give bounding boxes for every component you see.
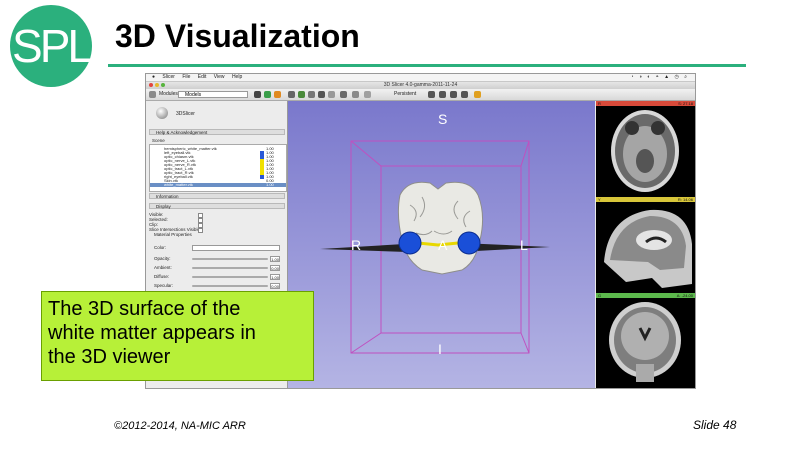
help-section-header[interactable]: Help & Acknowledgement bbox=[149, 129, 285, 135]
coronal-mri-image bbox=[609, 302, 681, 382]
title-divider bbox=[108, 64, 746, 67]
window-title: 3D Slicer 4.0-gamma-2011-11-24 bbox=[383, 82, 458, 88]
ambient-label: Ambient: bbox=[154, 265, 172, 270]
spl-logo: SPL bbox=[10, 5, 93, 87]
opacity-slider[interactable] bbox=[192, 258, 268, 260]
ruler-icon[interactable] bbox=[450, 91, 457, 98]
spl-logo-text: SPL bbox=[12, 20, 93, 72]
tree-row-value: 1.00 bbox=[266, 182, 274, 187]
callout-box: The 3D surface of the white matter appea… bbox=[41, 291, 314, 381]
volumes-icon[interactable] bbox=[298, 91, 305, 98]
module-selector[interactable]: Models bbox=[178, 91, 248, 98]
green-slice-view[interactable]: G A: -24.00 bbox=[596, 293, 695, 387]
orientation-label-inferior: I bbox=[438, 341, 442, 357]
main-toolbar: Modules: Models Persistent bbox=[146, 89, 695, 101]
color-label: Color: bbox=[154, 245, 167, 250]
callout-line-2: white matter appears in bbox=[48, 322, 256, 344]
right-eyeball-model bbox=[398, 231, 422, 255]
display-section-label: Display bbox=[156, 204, 171, 209]
diffuse-slider[interactable] bbox=[192, 276, 268, 278]
layout-icon[interactable] bbox=[340, 91, 347, 98]
diffuse-row: Diffuse: 1.00 bbox=[154, 274, 282, 280]
scene-view-icon[interactable] bbox=[439, 91, 446, 98]
opacity-label: Opacity: bbox=[154, 256, 171, 261]
home-icon[interactable] bbox=[149, 91, 156, 98]
search-icon[interactable] bbox=[254, 91, 261, 98]
scene-label: Scene bbox=[152, 138, 165, 143]
3d-viewer[interactable]: S I R A L bbox=[288, 101, 595, 388]
opacity-value[interactable]: 1.00 bbox=[270, 256, 280, 262]
axial-mri-image bbox=[611, 110, 679, 192]
display-section-header[interactable]: Display bbox=[149, 203, 285, 209]
box-edge bbox=[520, 140, 530, 167]
help-section-label: Help & Acknowledgement bbox=[156, 130, 208, 135]
ambient-row: Ambient: 0.00 bbox=[154, 265, 282, 271]
crosshair-icon[interactable] bbox=[352, 91, 359, 98]
minimize-icon[interactable] bbox=[155, 83, 159, 87]
menu-file[interactable]: File bbox=[182, 74, 190, 81]
menu-slicer[interactable]: Slicer bbox=[162, 74, 175, 81]
opacity-row: Opacity: 1.00 bbox=[154, 256, 282, 262]
orientation-label-superior: S bbox=[438, 111, 448, 127]
box-edge bbox=[350, 332, 382, 354]
mouse-mode-icon[interactable] bbox=[364, 91, 371, 98]
copyright-footer: ©2012-2014, NA-MIC ARR bbox=[114, 420, 246, 432]
left-eyeball-model bbox=[457, 231, 481, 255]
mac-menubar: ● Slicer File Edit View Help ◔ ◑ ◐ ◓ ▲ ◷… bbox=[146, 74, 695, 82]
models-icon[interactable] bbox=[308, 91, 315, 98]
editor-icon[interactable] bbox=[318, 91, 325, 98]
specular-value[interactable]: 0.00 bbox=[270, 283, 280, 289]
orientation-label-left: L bbox=[520, 237, 528, 253]
sagittal-mri-image bbox=[604, 209, 692, 288]
slice-intersections-checkbox[interactable] bbox=[198, 228, 203, 233]
tree-row-name: white_matter.vtk bbox=[164, 182, 193, 187]
white-matter-model bbox=[397, 181, 484, 275]
apple-icon[interactable]: ● bbox=[152, 74, 155, 81]
specular-slider[interactable] bbox=[192, 285, 268, 287]
ambient-value[interactable]: 0.00 bbox=[270, 265, 280, 271]
menu-view[interactable]: View bbox=[214, 74, 225, 81]
model-hierarchy-tree: hemispheric_white_matter.vtk 1.00 left_ey… bbox=[149, 144, 287, 192]
forward-icon[interactable] bbox=[274, 91, 281, 98]
material-properties-label: Material Properties bbox=[154, 232, 192, 237]
diffuse-value[interactable]: 1.00 bbox=[270, 274, 280, 280]
menu-help[interactable]: Help bbox=[232, 74, 242, 81]
data-icon[interactable] bbox=[288, 91, 295, 98]
slicer-logo-icon bbox=[156, 107, 168, 119]
callout-line-3: the 3D viewer bbox=[48, 346, 171, 368]
slide-title: 3D Visualization bbox=[115, 18, 360, 54]
specular-row: Specular: 0.00 bbox=[154, 283, 282, 289]
information-section-label: Information bbox=[156, 194, 179, 199]
menu-edit[interactable]: Edit bbox=[198, 74, 207, 81]
orientation-label-anterior: A bbox=[438, 237, 448, 253]
menubar-status-icons: ◔ ◑ ◐ ◓ ▲ ◷ ⌕ bbox=[630, 74, 689, 80]
color-row: Color: bbox=[154, 245, 282, 251]
orientation-label-right: R bbox=[351, 237, 362, 253]
diffuse-label: Diffuse: bbox=[154, 274, 170, 279]
add-fiducial-icon[interactable] bbox=[474, 91, 481, 98]
close-icon[interactable] bbox=[149, 83, 153, 87]
zoom-icon[interactable] bbox=[161, 83, 165, 87]
modules-label: Modules: bbox=[159, 91, 180, 97]
transforms-icon[interactable] bbox=[328, 91, 335, 98]
information-section-header[interactable]: Information bbox=[149, 193, 285, 199]
persistent-label: Persistent bbox=[394, 91, 417, 97]
ambient-slider[interactable] bbox=[192, 267, 268, 269]
tree-row-selected[interactable]: white_matter.vtk 1.00 bbox=[150, 183, 286, 187]
callout-line-1: The 3D surface of the bbox=[48, 298, 241, 320]
specular-label: Specular: bbox=[154, 283, 174, 288]
slide-number: Slide 48 bbox=[693, 418, 737, 432]
red-slice-view[interactable]: R S: 27.18 bbox=[596, 101, 695, 195]
slice-views: R S: 27.18 Y R: 14.06 G A: -24.00 bbox=[596, 101, 695, 388]
screenshot-icon[interactable] bbox=[428, 91, 435, 98]
yellow-slice-view[interactable]: Y R: 14.06 bbox=[596, 197, 695, 291]
slicer-logo-label: 3DSlicer bbox=[176, 111, 195, 117]
fiducial-icon[interactable] bbox=[461, 91, 468, 98]
box-edge bbox=[350, 140, 382, 167]
box-edge bbox=[520, 332, 530, 354]
color-picker-button[interactable] bbox=[192, 245, 280, 251]
window-titlebar: 3D Slicer 4.0-gamma-2011-11-24 bbox=[146, 82, 695, 89]
back-icon[interactable] bbox=[264, 91, 271, 98]
